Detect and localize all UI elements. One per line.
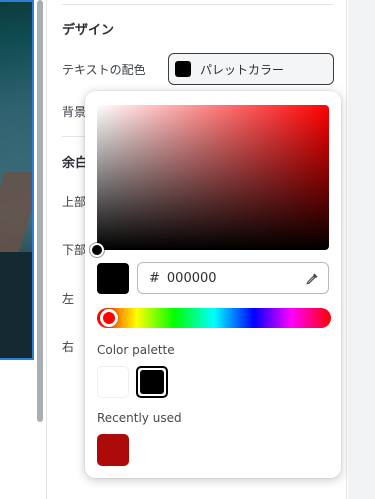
margin-top-label: 上部: [62, 195, 87, 209]
hue-slider-handle[interactable]: [100, 309, 118, 327]
canvas-selected-element[interactable]: [0, 0, 34, 360]
hue-slider[interactable]: [97, 308, 331, 328]
eyedropper-icon[interactable]: [305, 271, 319, 285]
margin-left-label: 左: [62, 292, 75, 306]
right-gutter: [348, 0, 375, 499]
saturation-value-handle[interactable]: [90, 243, 104, 257]
text-color-label: テキストの配色: [62, 63, 146, 77]
canvas-shape: [0, 252, 32, 358]
canvas-preview: [0, 0, 36, 499]
recent-swatch-red[interactable]: [97, 434, 129, 466]
hex-input[interactable]: [166, 270, 287, 286]
background-label: 背景: [62, 105, 87, 119]
margin-right-label: 右: [62, 340, 75, 354]
text-color-value: パレットカラー: [200, 62, 285, 77]
canvas-shape: [0, 172, 32, 262]
palette-swatch-white[interactable]: [97, 366, 129, 398]
margin-bottom-label: 下部: [62, 243, 87, 257]
palette-swatch-fill: [140, 370, 164, 394]
color-picker-popover: # Color palette Recently used: [85, 91, 341, 478]
saturation-value-area[interactable]: [90, 105, 329, 257]
color-palette-label: Color palette: [97, 343, 175, 357]
selected-color-preview: [97, 263, 129, 294]
hash-symbol: #: [149, 270, 160, 286]
recently-used-label: Recently used: [97, 411, 182, 425]
palette-swatch-black-selected[interactable]: [136, 366, 168, 398]
text-color-swatch: [175, 61, 191, 77]
design-section-title: デザイン: [62, 23, 115, 38]
divider: [62, 4, 333, 5]
text-color-select[interactable]: パレットカラー: [168, 53, 334, 85]
hex-input-field[interactable]: #: [137, 262, 329, 294]
canvas-scrollbar[interactable]: [37, 0, 43, 422]
